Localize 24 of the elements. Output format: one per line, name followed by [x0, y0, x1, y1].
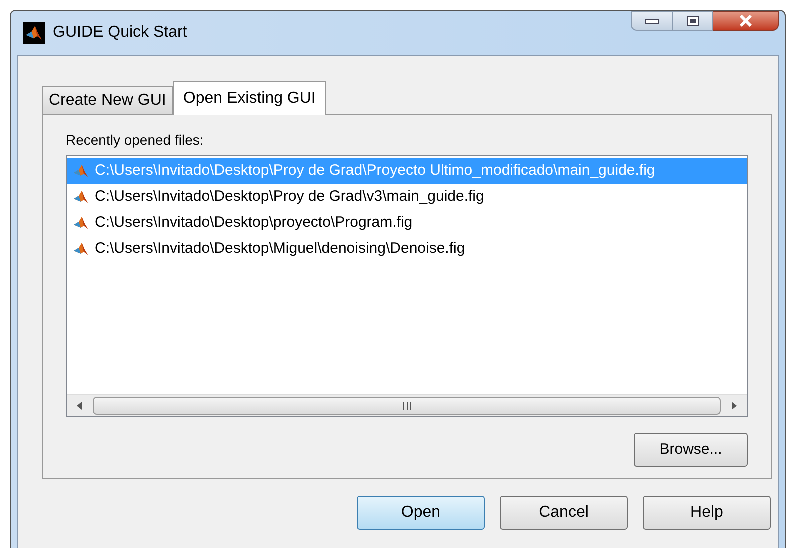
tab[interactable]: Create New GUI	[42, 86, 174, 114]
dialog-button[interactable]: Open	[357, 496, 485, 530]
minimize-icon	[645, 18, 659, 24]
scrollbar-thumb[interactable]	[93, 396, 721, 414]
matlab-logo-icon	[73, 189, 89, 205]
recent-files-label: Recently opened files:	[66, 131, 205, 149]
horizontal-scrollbar[interactable]	[67, 394, 747, 416]
browse-button[interactable]: Browse...	[634, 433, 748, 467]
matlab-logo-icon	[73, 215, 89, 231]
matlab-logo-icon	[73, 163, 89, 179]
maximize-icon	[686, 16, 698, 26]
close-icon	[738, 15, 752, 27]
dialog-button[interactable]: Help	[643, 496, 771, 530]
minimize-button[interactable]	[631, 11, 673, 31]
close-button[interactable]	[713, 11, 779, 31]
grip-icon	[402, 402, 412, 410]
maximize-button[interactable]	[673, 11, 713, 31]
file-list-item[interactable]: C:\Users\Invitado\Desktop\proyecto\Program.fig	[67, 210, 747, 236]
window-title: GUIDE Quick Start	[53, 23, 188, 43]
dialog-button[interactable]: Cancel	[500, 496, 628, 530]
file-list-item[interactable]: C:\Users\Invitado\Desktop\Miguel\denoising\Denoise.fig	[67, 236, 747, 262]
file-list-item[interactable]: C:\Users\Invitado\Desktop\Proy de Grad\v3\main_guide.fig	[67, 184, 747, 210]
tab[interactable]: Open Existing GUI	[173, 81, 326, 115]
matlab-logo-icon	[73, 241, 89, 257]
